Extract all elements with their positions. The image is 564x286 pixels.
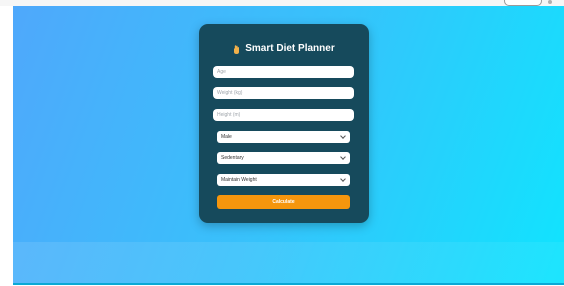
chevron-down-icon — [340, 154, 346, 160]
height-input[interactable] — [213, 109, 354, 121]
weight-input[interactable] — [213, 87, 354, 99]
page: Smart Diet Planner Male Sedentary Mainta… — [0, 0, 564, 286]
age-input[interactable] — [213, 66, 354, 78]
goal-select[interactable]: Maintain Weight — [217, 174, 350, 186]
bottom-edge — [13, 283, 564, 285]
browser-menu-icon[interactable] — [548, 0, 552, 4]
activity-level-select[interactable]: Sedentary — [217, 152, 350, 164]
chevron-down-icon — [340, 133, 346, 139]
gender-select-value: Male — [221, 134, 232, 140]
calculate-button[interactable]: Calculate — [217, 195, 350, 209]
footer-band — [13, 242, 564, 284]
app-title: Smart Diet Planner — [245, 43, 335, 54]
hand-icon — [233, 44, 240, 54]
calculate-button-label: Calculate — [272, 199, 295, 205]
gender-select[interactable]: Male — [217, 131, 350, 143]
chevron-down-icon — [340, 176, 346, 182]
page-title: Smart Diet Planner — [199, 42, 369, 59]
goal-select-value: Maintain Weight — [221, 177, 257, 183]
activity-select-value: Sedentary — [221, 155, 244, 161]
